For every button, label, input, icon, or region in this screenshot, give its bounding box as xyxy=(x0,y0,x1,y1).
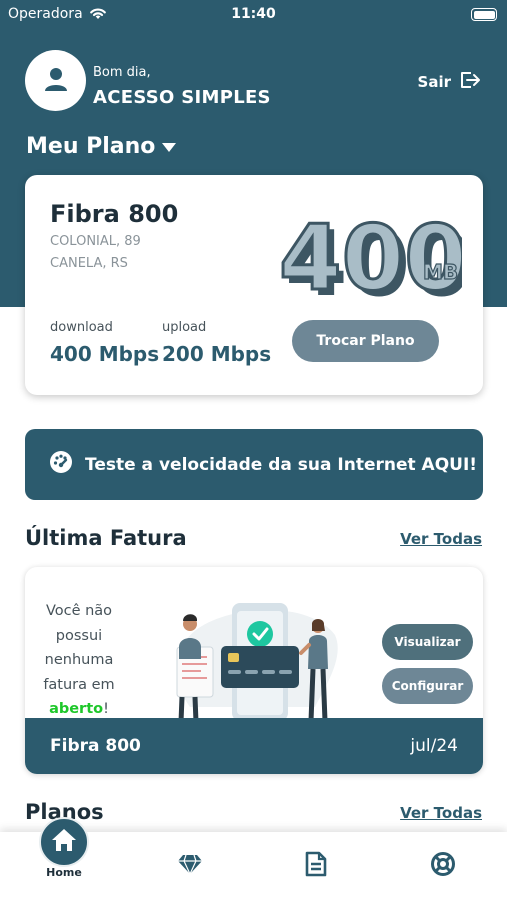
speed-number: 400 xyxy=(279,206,462,302)
plan-section-title: Meu Plano xyxy=(26,134,156,159)
tab-plans[interactable] xyxy=(160,832,220,900)
invoice-plan: Fibra 800 xyxy=(50,736,141,756)
view-invoice-button[interactable]: Visualizar xyxy=(382,624,473,660)
plan-card: Fibra 800 COLONIAL, 89 CANELA, RS 400 40… xyxy=(25,175,483,395)
download-value: 400 Mbps xyxy=(50,342,160,366)
document-icon xyxy=(305,851,327,881)
home-icon xyxy=(50,827,78,857)
upload-value: 200 Mbps xyxy=(162,342,272,366)
plan-name: Fibra 800 xyxy=(50,200,179,228)
caret-down-icon xyxy=(161,134,177,159)
no-invoice-message: Você não possui nenhuma fatura em aberto… xyxy=(35,599,123,722)
tab-support[interactable] xyxy=(413,832,473,900)
clock: 11:40 xyxy=(231,6,276,22)
invoices-see-all-link[interactable]: Ver Todas xyxy=(400,530,482,548)
open-status-highlight: aberto xyxy=(49,701,104,717)
diamond-icon xyxy=(177,853,203,879)
tab-invoices[interactable] xyxy=(286,832,346,900)
configure-invoice-button[interactable]: Configurar xyxy=(382,668,473,704)
no-invoice-end: ! xyxy=(103,701,109,717)
no-invoice-text: Você não possui nenhuma fatura em xyxy=(43,603,115,693)
battery-icon xyxy=(471,8,497,21)
invoice-month: jul/24 xyxy=(410,736,458,756)
speed-test-banner[interactable]: Teste a velocidade da sua Internet AQUI! xyxy=(25,429,483,500)
tab-home-label: Home xyxy=(46,866,82,879)
invoice-footer: Fibra 800 jul/24 xyxy=(25,718,483,774)
address-line-2: CANELA, RS xyxy=(50,256,128,271)
logout-button[interactable]: Sair xyxy=(418,70,481,94)
change-plan-button[interactable]: Trocar Plano xyxy=(292,320,439,362)
speed-unit: MB xyxy=(423,260,458,284)
user-icon xyxy=(43,66,69,96)
speed-graphic: 400 400 MB xyxy=(278,205,463,303)
lifebuoy-icon xyxy=(430,851,456,881)
plan-selector[interactable]: Meu Plano xyxy=(26,134,177,159)
tab-bar: Home xyxy=(0,817,507,900)
tab-home[interactable] xyxy=(39,817,89,867)
payment-illustration xyxy=(175,603,338,723)
speed-test-label: Teste a velocidade da sua Internet AQUI! xyxy=(85,454,478,475)
invoice-section-title: Última Fatura xyxy=(25,526,187,550)
avatar[interactable] xyxy=(25,50,86,111)
invoice-card: Você não possui nenhuma fatura em aberto… xyxy=(25,567,483,774)
status-bar: Operadora 11:40 xyxy=(0,0,507,30)
logout-icon xyxy=(459,70,481,94)
download-label: download xyxy=(50,320,113,335)
logout-label: Sair xyxy=(417,73,451,91)
plans-see-all-link[interactable]: Ver Todas xyxy=(400,804,482,822)
upload-label: upload xyxy=(162,320,207,335)
greeting-text: Bom dia, xyxy=(93,65,151,80)
address-line-1: COLONIAL, 89 xyxy=(50,234,141,249)
speedometer-icon xyxy=(49,450,73,479)
username: ACESSO SIMPLES xyxy=(93,87,271,108)
